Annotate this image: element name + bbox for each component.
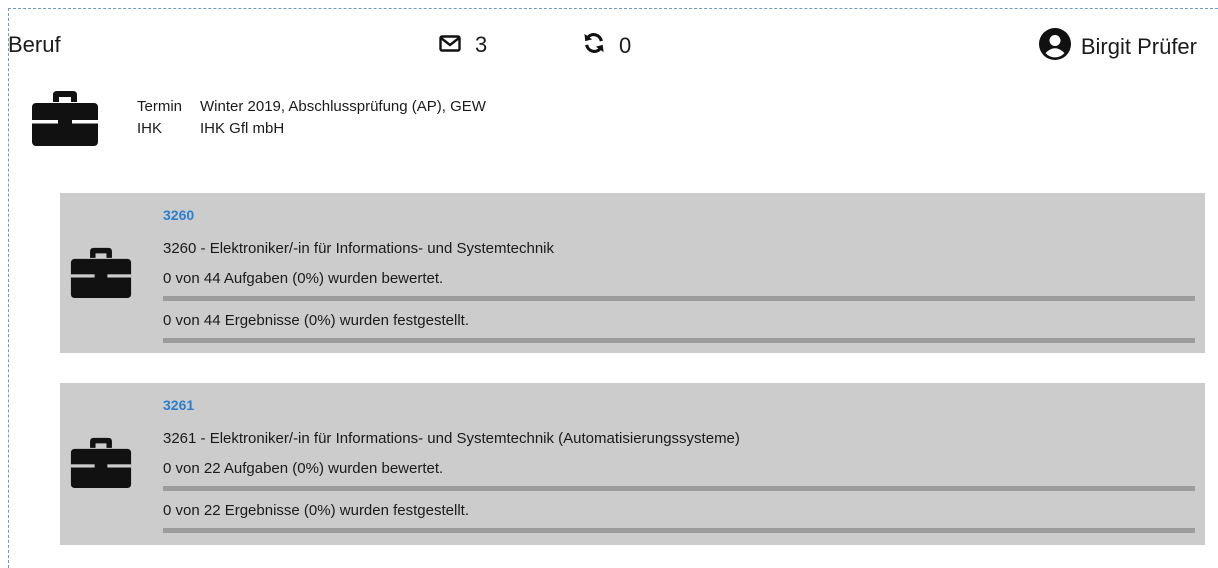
results-progress-bar <box>163 338 1195 343</box>
beruf-code-link[interactable]: 3260 <box>163 207 194 223</box>
briefcase-icon <box>70 245 132 300</box>
briefcase-icon <box>31 89 99 147</box>
user-circle-icon <box>1038 28 1071 66</box>
tasks-status: 0 von 44 Aufgaben (0%) wurden bewertet. <box>163 270 444 287</box>
beruf-card[interactable]: 3261 3261 - Elektroniker/-in für Informa… <box>60 383 1205 545</box>
beruf-card[interactable]: 3260 3260 - Elektroniker/-in für Informa… <box>60 193 1205 353</box>
sync-counter[interactable]: 0 <box>583 32 631 60</box>
mail-count: 3 <box>475 32 488 57</box>
tasks-status: 0 von 22 Aufgaben (0%) wurden bewertet. <box>163 460 444 477</box>
page-title: Beruf <box>8 32 61 57</box>
results-progress-bar <box>163 528 1195 533</box>
mail-counter[interactable]: 3 <box>439 32 487 58</box>
header: Beruf 3 0 Birgit Prüfer <box>0 28 1218 68</box>
user-name: Birgit Prüfer <box>1080 34 1197 59</box>
envelope-icon <box>439 32 461 58</box>
tasks-progress-bar <box>163 486 1195 491</box>
results-status: 0 von 44 Ergebnisse (0%) wurden festgest… <box>163 312 469 329</box>
user-menu[interactable]: Birgit Prüfer <box>1038 28 1197 66</box>
sync-count: 0 <box>619 33 632 58</box>
beruf-name: 3261 - Elektroniker/-in für Informations… <box>163 430 740 447</box>
ihk-value: IHK Gfl mbH <box>200 120 285 137</box>
beruf-code-link[interactable]: 3261 <box>163 397 194 413</box>
tasks-progress-bar <box>163 296 1195 301</box>
termin-value: Winter 2019, Abschlussprüfung (AP), GEW <box>200 98 486 115</box>
briefcase-icon <box>70 435 132 490</box>
results-status: 0 von 22 Ergebnisse (0%) wurden festgest… <box>163 502 469 519</box>
exam-meta: Termin Winter 2019, Abschlussprüfung (AP… <box>137 96 486 140</box>
ihk-label: IHK <box>137 120 163 137</box>
beruf-name: 3260 - Elektroniker/-in für Informations… <box>163 240 555 257</box>
termin-label: Termin <box>137 98 183 115</box>
sync-icon <box>583 32 605 60</box>
